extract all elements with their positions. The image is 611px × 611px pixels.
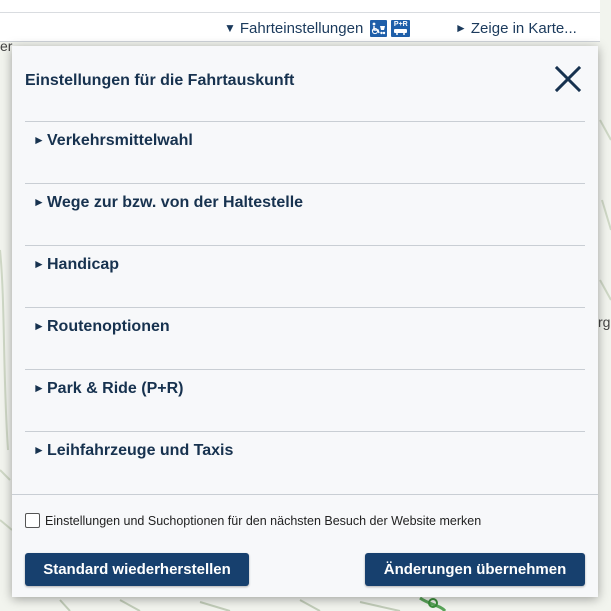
section-label: Verkehrsmittelwahl <box>47 132 193 149</box>
section-rental-vehicles[interactable]: ► Leihfahrzeuge und Taxis <box>25 431 585 493</box>
section-transport-modes[interactable]: ► Verkehrsmittelwahl <box>25 121 585 183</box>
show-in-map-label: Zeige in Karte... <box>470 19 577 37</box>
show-in-map-link[interactable]: ► Zeige in Karte... <box>455 17 577 39</box>
remember-settings-label: Einstellungen und Suchoptionen für den n… <box>45 513 482 528</box>
park-ride-icon: P+R <box>391 19 411 37</box>
triangle-right-icon: ► <box>33 443 45 457</box>
triangle-down-icon: ▼ <box>224 21 236 35</box>
triangle-right-icon: ► <box>33 195 45 209</box>
triangle-right-icon: ► <box>33 381 45 395</box>
top-divider <box>0 12 600 13</box>
section-label: Leihfahrzeuge und Taxis <box>47 442 234 459</box>
settings-sections: ► Verkehrsmittelwahl ► Wege zur bzw. von… <box>25 121 585 493</box>
dialog-title: Einstellungen für die Fahrtauskunft <box>25 72 295 89</box>
section-label: Wege zur bzw. von der Haltestelle <box>47 194 304 211</box>
triangle-right-icon: ► <box>455 21 467 35</box>
triangle-right-icon: ► <box>33 133 45 147</box>
dialog-footer: Einstellungen und Suchoptionen für den n… <box>12 494 598 597</box>
dialog-header: Einstellungen für die Fahrtauskunft <box>12 46 598 112</box>
close-button[interactable] <box>552 63 584 95</box>
section-label: Routenoptionen <box>47 318 170 335</box>
section-label: Handicap <box>47 256 120 273</box>
map-label: rg <box>598 314 611 330</box>
wheelchair-stroller-icon <box>370 19 388 37</box>
section-walking-routes[interactable]: ► Wege zur bzw. von der Haltestelle <box>25 183 585 245</box>
top-bar: ▼ Fahrteinstellungen P+R ► Zeige in Kart… <box>0 0 600 42</box>
section-label: Park & Ride (P+R) <box>47 380 184 397</box>
settings-dialog: Einstellungen für die Fahrtauskunft ► Ve… <box>12 46 598 597</box>
remember-settings-checkbox[interactable] <box>25 513 40 528</box>
park-ride-text: P+R <box>393 21 408 28</box>
close-icon <box>554 65 582 93</box>
section-handicap[interactable]: ► Handicap <box>25 245 585 307</box>
triangle-right-icon: ► <box>33 319 45 333</box>
section-park-ride[interactable]: ► Park & Ride (P+R) <box>25 369 585 431</box>
trip-settings-label: Fahrteinstellungen <box>239 19 364 37</box>
apply-changes-button[interactable]: Änderungen übernehmen <box>365 553 585 586</box>
triangle-right-icon: ► <box>33 257 45 271</box>
reset-defaults-button[interactable]: Standard wiederherstellen <box>25 553 249 586</box>
remember-settings-option[interactable]: Einstellungen und Suchoptionen für den n… <box>25 513 481 528</box>
trip-settings-toggle[interactable]: ▼ Fahrteinstellungen P+R <box>224 17 411 39</box>
section-route-options[interactable]: ► Routenoptionen <box>25 307 585 369</box>
